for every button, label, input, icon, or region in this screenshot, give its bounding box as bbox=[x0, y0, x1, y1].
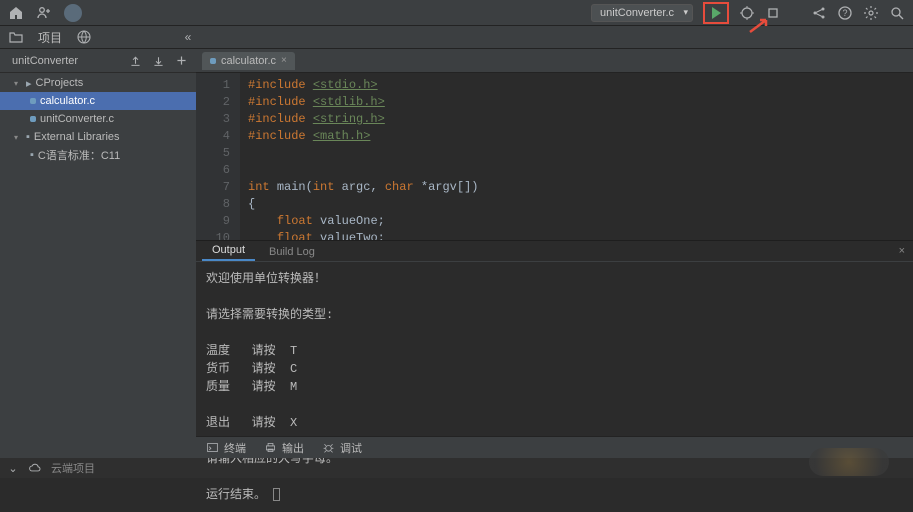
tree-file-unitconverter[interactable]: unitConverter.c bbox=[0, 110, 196, 128]
globe-icon[interactable] bbox=[76, 29, 92, 45]
console-tab-buildlog[interactable]: Build Log bbox=[259, 243, 325, 261]
add-icon[interactable] bbox=[175, 54, 188, 67]
cloud-icon[interactable] bbox=[28, 462, 41, 475]
terminal-tab[interactable]: 终端 bbox=[206, 440, 246, 456]
run-button-highlight bbox=[703, 2, 729, 24]
project-sidebar: unitConverter « ▾▸CProjects calculator.c… bbox=[0, 49, 196, 458]
editor-pane: calculator.c × 1234 5678 9101112 1314151… bbox=[196, 49, 913, 458]
run-config-select[interactable]: unitConverter.c bbox=[591, 4, 693, 22]
project-label: 项目 bbox=[38, 29, 62, 46]
upload-icon[interactable] bbox=[129, 54, 142, 67]
watermark bbox=[809, 448, 889, 476]
terminal-icon bbox=[206, 441, 219, 454]
add-user-icon[interactable] bbox=[36, 5, 52, 21]
debug-tab[interactable]: 调试 bbox=[322, 440, 362, 456]
file-tree: ▾▸CProjects calculator.c unitConverter.c… bbox=[0, 73, 196, 164]
tree-c-standard[interactable]: ▪C语言标准：C11 bbox=[0, 146, 196, 164]
cloud-project-label: 云端项目 bbox=[51, 460, 95, 476]
titlebar: unitConverter.c ? bbox=[0, 0, 913, 26]
printer-icon bbox=[264, 441, 277, 454]
gear-icon[interactable] bbox=[863, 5, 879, 21]
run-icon[interactable] bbox=[708, 5, 724, 21]
editor-tabs: calculator.c × bbox=[196, 49, 913, 73]
tree-external-libs[interactable]: ▾▪External Libraries bbox=[0, 128, 196, 146]
collapse-sidebar-icon[interactable]: « bbox=[182, 31, 194, 43]
c-file-icon bbox=[210, 58, 216, 64]
code-editor[interactable]: #include <stdio.h> #include <stdlib.h> #… bbox=[240, 73, 913, 240]
output-tab[interactable]: 输出 bbox=[264, 440, 304, 456]
svg-text:?: ? bbox=[842, 8, 847, 18]
bug-icon bbox=[322, 441, 335, 454]
avatar[interactable] bbox=[64, 4, 82, 22]
debug-icon[interactable] bbox=[739, 5, 755, 21]
line-gutter: 1234 5678 9101112 13141516 bbox=[196, 73, 240, 240]
project-root[interactable]: unitConverter bbox=[8, 55, 78, 67]
home-icon[interactable] bbox=[8, 5, 24, 21]
folder-icon[interactable] bbox=[8, 29, 24, 45]
chevron-down-icon[interactable]: ⌄ bbox=[8, 460, 18, 476]
editor-tab-calculator[interactable]: calculator.c × bbox=[202, 52, 295, 70]
tree-file-calculator[interactable]: calculator.c bbox=[0, 92, 196, 110]
stop-icon[interactable] bbox=[765, 5, 781, 21]
toolbar: 项目 bbox=[0, 26, 913, 49]
console-tab-output[interactable]: Output bbox=[202, 241, 255, 261]
search-icon[interactable] bbox=[889, 5, 905, 21]
tree-folder-cprojects[interactable]: ▾▸CProjects bbox=[0, 74, 196, 92]
bottom-toolbar: 终端 输出 调试 bbox=[196, 436, 913, 458]
console-output[interactable]: 欢迎使用单位转换器！ 请选择需要转换的类型: 温度 请按 T 货币 请按 C 质… bbox=[196, 262, 913, 512]
console-close-icon[interactable]: × bbox=[899, 245, 905, 257]
share-icon[interactable] bbox=[811, 5, 827, 21]
close-tab-icon[interactable]: × bbox=[281, 55, 287, 66]
download-icon[interactable] bbox=[152, 54, 165, 67]
help-icon[interactable]: ? bbox=[837, 5, 853, 21]
console-panel: Output Build Log × 欢迎使用单位转换器！ 请选择需要转换的类型… bbox=[196, 240, 913, 436]
